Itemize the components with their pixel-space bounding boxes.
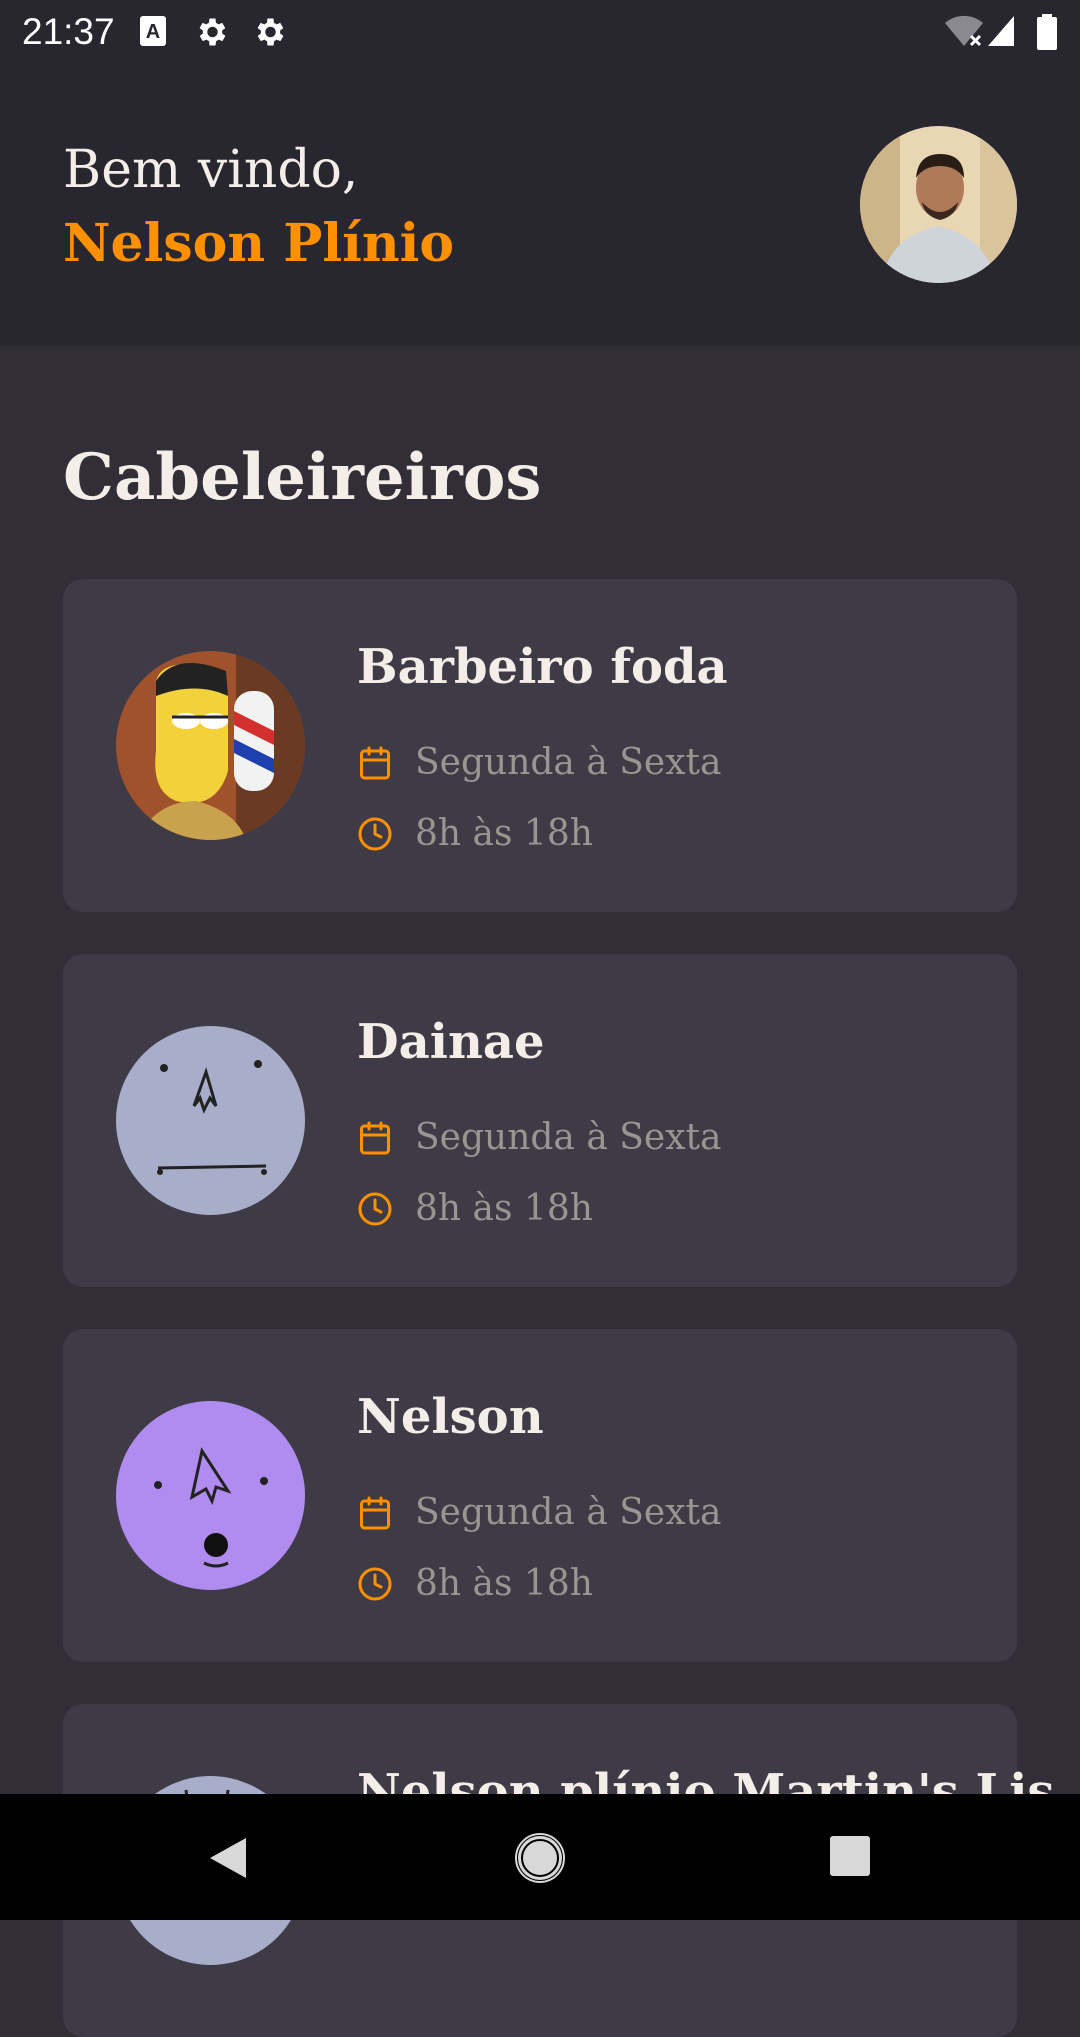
svg-text:A: A <box>146 21 160 43</box>
provider-avatar <box>116 651 305 840</box>
status-bar: 21:37 A <box>0 0 1080 64</box>
hours-text: 8h às 18h <box>415 1563 593 1604</box>
gear-icon <box>257 18 284 46</box>
clock-icon <box>358 1567 392 1601</box>
provider-card[interactable]: Nelson Segunda à Sexta 8h às 18h <box>63 1329 1017 1662</box>
hours-text: 8h às 18h <box>415 813 593 854</box>
calendar-icon <box>360 1496 390 1530</box>
provider-name: Nelson <box>357 1389 544 1445</box>
provider-card[interactable]: Barbeiro foda Segunda à Sexta 8h às 18h <box>63 579 1017 912</box>
days-text: Segunda à Sexta <box>415 1492 722 1533</box>
home-icon[interactable] <box>514 1832 566 1884</box>
gear-icon <box>199 18 226 46</box>
provider-avatar <box>116 1026 305 1215</box>
provider-avatar <box>116 1401 305 1590</box>
provider-card[interactable]: Dainae Segunda à Sexta 8h às 18h <box>63 954 1017 1287</box>
signal-icon <box>988 16 1014 46</box>
days-text: Segunda à Sexta <box>415 742 722 783</box>
back-icon[interactable] <box>204 1834 252 1882</box>
user-avatar[interactable] <box>860 126 1017 283</box>
font-a-icon: A <box>140 16 166 46</box>
navigation-bar <box>0 1794 1080 1920</box>
battery-icon <box>1037 14 1057 50</box>
wifi-off-icon <box>945 15 983 47</box>
calendar-icon <box>360 746 390 780</box>
section-title: Cabeleireiros <box>63 440 542 515</box>
clock-icon <box>358 1192 392 1226</box>
provider-name: Dainae <box>357 1014 545 1070</box>
hours-text: 8h às 18h <box>415 1188 593 1229</box>
provider-name: Barbeiro foda <box>357 639 728 695</box>
status-time: 21:37 <box>22 11 115 52</box>
user-name: Nelson Plínio <box>63 213 455 274</box>
recents-icon[interactable] <box>830 1836 870 1876</box>
greeting-text: Bem vindo, <box>63 140 359 200</box>
days-text: Segunda à Sexta <box>415 1117 722 1158</box>
calendar-icon <box>360 1121 390 1155</box>
clock-icon <box>358 817 392 851</box>
